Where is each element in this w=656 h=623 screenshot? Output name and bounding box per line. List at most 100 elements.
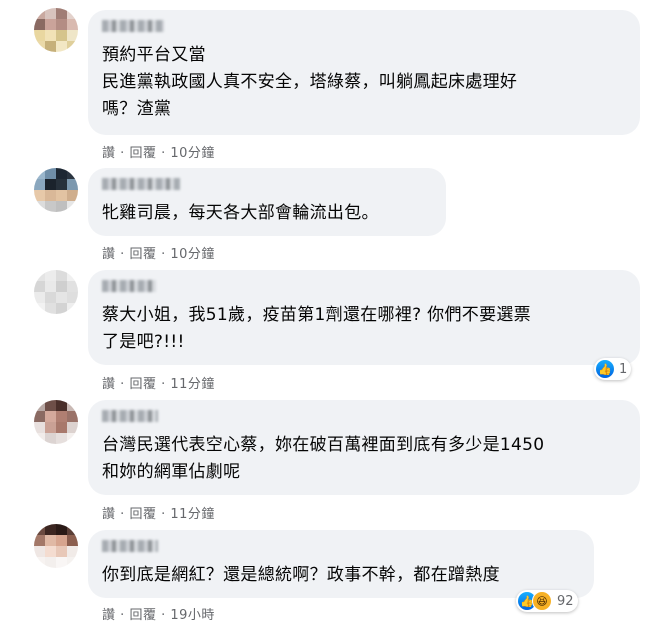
like-button[interactable]: 讚 <box>102 146 116 161</box>
avatar-mosaic-cell <box>56 190 67 201</box>
avatar-mosaic-cell <box>34 41 45 52</box>
avatar-mosaic-cell <box>34 433 45 444</box>
avatar-mosaic-cell <box>67 168 78 179</box>
comment-text: 牝雞司晨，每天各大部會輪流出包。 <box>102 203 379 223</box>
avatar-mosaic-cell <box>34 201 45 212</box>
comment-bubble: 蔡大小姐，我51歲，疫苗第1劑還在哪裡? 你們不要選票 了是吧?!!! <box>88 270 640 365</box>
avatar-mosaic-cell <box>56 281 67 292</box>
author-name-blurred[interactable] <box>102 540 158 552</box>
avatar-mosaic-cell <box>34 19 45 30</box>
comment-bubble: 你到底是網紅？還是總統啊？政事不幹，都在蹭熱度 <box>88 530 594 598</box>
comment-actions: 讚 · 回覆 · 10分鐘 <box>102 142 215 161</box>
comment-text: 預約平台又當 民進黨執政國人真不安全，塔綠蔡，叫躺鳳起床處理好 嗎？渣黨 <box>102 45 518 119</box>
separator: · <box>120 507 125 522</box>
avatar-mosaic-cell <box>67 524 78 535</box>
avatar-mosaic-cell <box>45 41 56 52</box>
avatar-mosaic-cell <box>45 19 56 30</box>
author-name-blurred[interactable] <box>102 20 164 32</box>
avatar-mosaic-cell <box>34 411 45 422</box>
avatar-mosaic-cell <box>45 422 56 433</box>
separator: · <box>120 146 125 161</box>
separator: · <box>120 608 125 623</box>
avatar-mosaic-cell <box>45 8 56 19</box>
avatar-mosaic-cell <box>34 535 45 546</box>
avatar-mosaic-cell <box>67 41 78 52</box>
author-name-blurred[interactable] <box>102 280 156 292</box>
avatar-mosaic-cell <box>67 292 78 303</box>
reply-button[interactable]: 回覆 <box>129 507 156 522</box>
timestamp[interactable]: 11分鐘 <box>170 507 215 522</box>
avatar-mosaic-cell <box>45 411 56 422</box>
reply-button[interactable]: 回覆 <box>129 247 156 262</box>
avatar-mosaic-cell <box>56 41 67 52</box>
timestamp[interactable]: 10分鐘 <box>170 247 215 262</box>
reply-button[interactable]: 回覆 <box>129 377 156 392</box>
avatar[interactable] <box>34 8 78 52</box>
avatar-mosaic-cell <box>34 281 45 292</box>
avatar-mosaic-cell <box>34 557 45 568</box>
timestamp[interactable]: 10分鐘 <box>170 146 215 161</box>
avatar-mosaic-cell <box>34 524 45 535</box>
comment-actions: 讚 · 回覆 · 10分鐘 <box>102 243 215 262</box>
timestamp[interactable]: 11分鐘 <box>170 377 215 392</box>
avatar-mosaic-cell <box>56 8 67 19</box>
avatar-mosaic-cell <box>67 8 78 19</box>
reply-button[interactable]: 回覆 <box>129 608 156 623</box>
reaction-summary[interactable]: 👍 1 <box>594 358 632 380</box>
avatar-mosaic-cell <box>67 179 78 190</box>
avatar-mosaic-cell <box>67 270 78 281</box>
like-reaction-icon: 👍 <box>596 360 614 378</box>
reaction-summary[interactable]: 👍 😆 92 <box>516 590 578 612</box>
comment-text: 你到底是網紅？還是總統啊？政事不幹，都在蹭熱度 <box>102 565 500 585</box>
avatar-mosaic-cell <box>56 30 67 41</box>
avatar-mosaic-cell <box>56 422 67 433</box>
avatar-mosaic-cell <box>45 557 56 568</box>
avatar-mosaic-cell <box>45 30 56 41</box>
timestamp[interactable]: 19小時 <box>170 608 215 623</box>
avatar-mosaic-cell <box>56 557 67 568</box>
separator: · <box>161 247 166 262</box>
like-button[interactable]: 讚 <box>102 247 116 262</box>
avatar-mosaic-cell <box>67 400 78 411</box>
avatar-mosaic-cell <box>34 168 45 179</box>
reaction-count: 92 <box>557 593 574 609</box>
author-name-blurred[interactable] <box>102 178 180 190</box>
avatar-mosaic-cell <box>45 546 56 557</box>
avatar-mosaic-cell <box>45 303 56 314</box>
comment-bubble: 牝雞司晨，每天各大部會輪流出包。 <box>88 168 446 236</box>
reply-button[interactable]: 回覆 <box>129 146 156 161</box>
avatar-mosaic-cell <box>56 201 67 212</box>
avatar-mosaic-cell <box>56 546 67 557</box>
avatar-mosaic-cell <box>67 303 78 314</box>
avatar-mosaic-cell <box>56 400 67 411</box>
separator: · <box>120 377 125 392</box>
like-button[interactable]: 讚 <box>102 377 116 392</box>
avatar-mosaic-cell <box>34 30 45 41</box>
avatar-mosaic-cell <box>67 201 78 212</box>
avatar-mosaic-cell <box>67 411 78 422</box>
avatar-mosaic-cell <box>67 281 78 292</box>
avatar[interactable] <box>34 400 78 444</box>
avatar-mosaic-cell <box>56 179 67 190</box>
author-name-blurred[interactable] <box>102 410 158 422</box>
avatar-mosaic-cell <box>45 292 56 303</box>
avatar-mosaic-cell <box>56 168 67 179</box>
like-button[interactable]: 讚 <box>102 608 116 623</box>
reaction-count: 1 <box>619 361 628 377</box>
separator: · <box>120 247 125 262</box>
avatar-mosaic-cell <box>34 303 45 314</box>
avatar[interactable] <box>34 168 78 212</box>
avatar-mosaic-cell <box>56 433 67 444</box>
avatar-mosaic-cell <box>45 190 56 201</box>
avatar-mosaic-cell <box>45 433 56 444</box>
avatar-mosaic-cell <box>34 179 45 190</box>
avatar-mosaic-cell <box>34 400 45 411</box>
separator: · <box>161 507 166 522</box>
like-button[interactable]: 讚 <box>102 507 116 522</box>
avatar-mosaic-cell <box>67 557 78 568</box>
avatar[interactable] <box>34 524 78 568</box>
avatar-mosaic-cell <box>45 400 56 411</box>
avatar[interactable] <box>34 270 78 314</box>
avatar-mosaic-cell <box>34 546 45 557</box>
avatar-mosaic-cell <box>67 546 78 557</box>
